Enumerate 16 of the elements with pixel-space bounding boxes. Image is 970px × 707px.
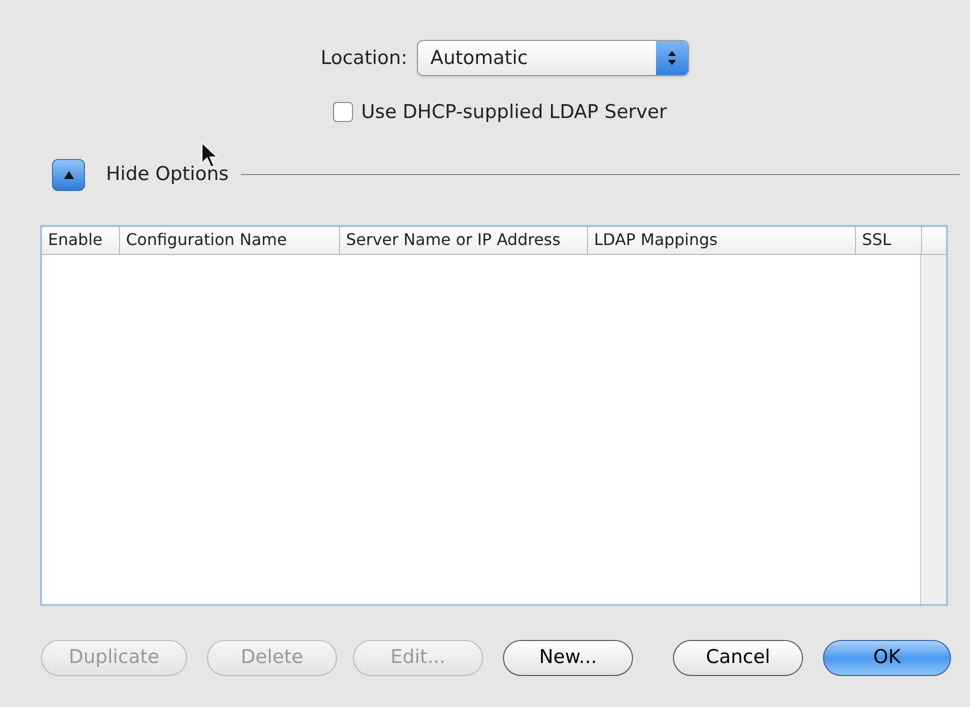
dhcp-checkbox[interactable] [333,102,354,122]
disclosure-button[interactable] [52,158,85,190]
push-button[interactable]: Cancel [673,640,803,676]
push-button[interactable]: OK [823,640,951,676]
column-header[interactable]: LDAP Mappings [588,226,856,254]
location-label: Location: [320,46,408,71]
triangle-up-icon [62,170,74,180]
location-dropdown[interactable]: Automatic [417,40,690,76]
push-button[interactable]: New... [503,640,633,676]
stepper-icon [656,41,688,75]
column-header[interactable]: Enable [42,226,120,254]
column-header[interactable]: Server Name or IP Address [340,226,588,254]
dhcp-label: Use DHCP-supplied LDAP Server [361,100,667,125]
hide-options-label: Hide Options [106,162,229,188]
column-header[interactable]: SSL [856,226,922,254]
column-header[interactable]: Configuration Name [120,226,340,254]
